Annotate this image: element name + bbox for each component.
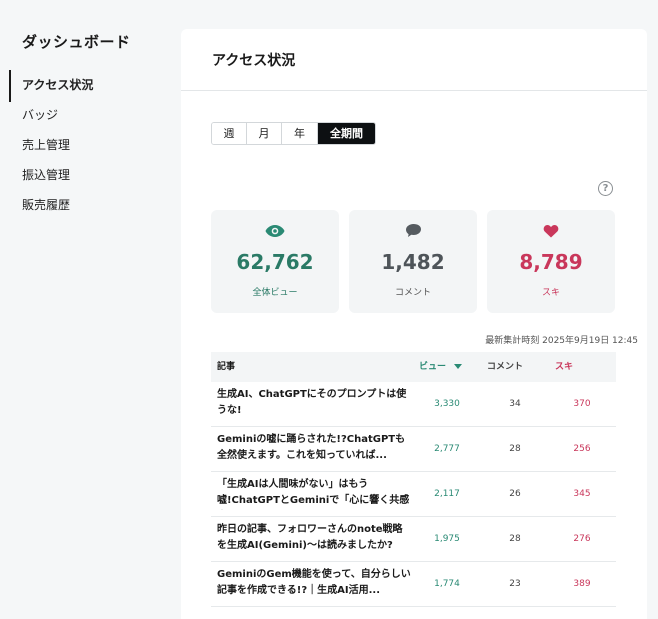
period-all-button[interactable]: 全期間 <box>318 123 375 144</box>
sidebar-item-access[interactable]: アクセス状況 <box>22 75 93 95</box>
eye-icon <box>211 223 339 239</box>
sidebar-item-transfer[interactable]: 振込管理 <box>22 165 70 185</box>
row-comments: 26 <box>509 489 521 499</box>
row-likes: 276 <box>573 534 591 544</box>
sidebar-item-history[interactable]: 販売履歴 <box>22 195 70 215</box>
sort-down-icon <box>454 364 463 369</box>
active-indicator <box>9 70 11 102</box>
comments-card: 1,482 コメント <box>349 210 477 313</box>
row-views: 3,330 <box>434 399 460 409</box>
column-article: 記事 <box>217 362 236 372</box>
row-comments: 34 <box>509 399 521 409</box>
article-title[interactable]: 昨日の記事、フォロワーさんのnote戦略を生成AI(Gemini)〜は読みました… <box>217 522 412 555</box>
comments-count: 1,482 <box>381 250 445 274</box>
period-year-button[interactable]: 年 <box>282 123 318 144</box>
article-title[interactable]: Geminiの嘘に踊らされた!?ChatGPTも全然使えます。これを知っていれば… <box>217 432 412 465</box>
row-views: 2,777 <box>434 444 460 454</box>
sidebar-item-sales[interactable]: 売上管理 <box>22 135 70 155</box>
column-views-label: ビュー <box>419 362 447 372</box>
table-row[interactable]: GeminiのGem機能を使って、自分らしい記事を作成できる!?｜生成AI活用.… <box>211 562 616 607</box>
column-comments[interactable]: コメント <box>487 352 523 382</box>
comments-label: コメント <box>394 288 431 298</box>
row-likes: 389 <box>573 579 591 589</box>
table-row[interactable]: Geminiの嘘に踊らされた!?ChatGPTも全然使えます。これを知っていれば… <box>211 427 616 472</box>
divider <box>181 90 647 91</box>
table-row[interactable]: 生成AI、ChatGPTにそのプロンプトは使うな! 3,330 34 370 <box>211 382 616 427</box>
period-selector: 週 月 年 全期間 <box>211 122 376 145</box>
article-title[interactable]: 生成AI、ChatGPTにそのプロンプトは使うな! <box>217 387 412 420</box>
likes-label: スキ <box>541 288 560 298</box>
table-row[interactable]: 「生成AIは人間味がない」はもう嘘!ChatGPTとGeminiで「心に響く共感… <box>211 472 616 517</box>
main-panel: アクセス状況 週 月 年 全期間 ? 62,762 全体ビュー 1,482 コメ… <box>181 29 647 619</box>
article-title[interactable]: GeminiのGem機能を使って、自分らしい記事を作成できる!?｜生成AI活用.… <box>217 567 412 600</box>
row-comments: 23 <box>509 579 521 589</box>
article-title[interactable]: 「生成AIは人間味がない」はもう嘘!ChatGPTとGeminiで「心に響く共感… <box>217 477 412 510</box>
help-icon[interactable]: ? <box>598 181 613 196</box>
likes-card: 8,789 スキ <box>487 210 615 313</box>
row-likes: 256 <box>573 444 591 454</box>
sidebar-item-badge[interactable]: バッジ <box>22 105 58 125</box>
row-views: 1,975 <box>434 534 460 544</box>
views-label: 全体ビュー <box>252 288 298 298</box>
row-views: 1,774 <box>434 579 460 589</box>
column-likes[interactable]: スキ <box>555 352 573 382</box>
table-row[interactable]: 昨日の記事、フォロワーさんのnote戦略を生成AI(Gemini)〜は読みました… <box>211 517 616 562</box>
heart-icon <box>487 223 615 239</box>
column-views[interactable]: ビュー <box>419 352 463 382</box>
row-likes: 370 <box>573 399 591 409</box>
table-header: 記事 ビュー コメント スキ <box>211 352 616 382</box>
period-week-button[interactable]: 週 <box>212 123 247 144</box>
last-updated: 最新集計時刻 2025年9月19日 12:45 <box>485 336 638 346</box>
sidebar-title: ダッシュボード <box>22 33 131 51</box>
views-count: 62,762 <box>236 250 314 274</box>
row-comments: 28 <box>509 534 521 544</box>
comment-icon <box>349 223 477 239</box>
sidebar: ダッシュボード アクセス状況 バッジ 売上管理 振込管理 販売履歴 <box>0 0 180 605</box>
page-title: アクセス状況 <box>212 53 296 69</box>
row-likes: 345 <box>573 489 591 499</box>
views-card: 62,762 全体ビュー <box>211 210 339 313</box>
likes-count: 8,789 <box>519 250 583 274</box>
period-month-button[interactable]: 月 <box>247 123 282 144</box>
row-comments: 28 <box>509 444 521 454</box>
row-views: 2,117 <box>434 489 460 499</box>
